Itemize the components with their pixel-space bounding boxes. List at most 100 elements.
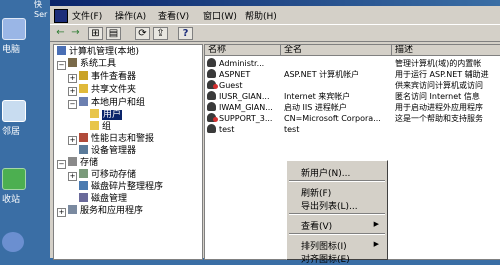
expand-toggle[interactable]: + <box>68 172 77 181</box>
tree-item-performance-logs[interactable]: 性能日志和警报 <box>79 133 154 145</box>
tree-label: 设备管理器 <box>91 146 137 156</box>
menu-refresh[interactable]: 刷新(F) <box>301 186 331 199</box>
refresh-icon[interactable]: ⟳ <box>135 27 150 40</box>
user-icon <box>207 102 216 111</box>
table-row[interactable]: Administr... 管理计算机(域)的内置帐 <box>205 58 500 69</box>
forward-icon[interactable]: → <box>69 27 82 39</box>
network-icon <box>2 100 26 122</box>
performance-icon <box>79 133 88 142</box>
ie-desktop-icon[interactable] <box>2 232 50 254</box>
tools-icon <box>68 58 77 67</box>
shared-folder-icon <box>79 84 88 93</box>
expand-toggle[interactable]: + <box>68 87 77 96</box>
column-header-description[interactable]: 描述 <box>392 45 500 56</box>
tree-item-removable-storage[interactable]: 可移动存储 <box>79 169 136 181</box>
collapse-toggle[interactable]: − <box>57 160 66 169</box>
collapse-toggle[interactable]: − <box>57 61 66 70</box>
collapse-toggle[interactable]: − <box>68 100 77 109</box>
tree-item-storage[interactable]: 存储 <box>68 157 98 169</box>
user-description: 管理计算机(域)的内置帐 <box>395 59 482 68</box>
column-header-fullname[interactable]: 全名 <box>281 45 392 56</box>
users-groups-icon <box>79 97 88 106</box>
toolbar: ← → ⊞ ▤ ⟳ ⇪ ? <box>50 25 500 42</box>
help-icon[interactable]: ? <box>178 27 193 40</box>
computer-icon <box>57 46 66 55</box>
device-manager-icon <box>79 145 88 154</box>
tree-root[interactable]: 计算机管理(本地) <box>57 46 139 58</box>
menu-separator <box>289 213 385 215</box>
user-description: 供来宾访问计算机或访问 <box>395 81 483 90</box>
tree-label: 磁盘管理 <box>91 194 128 204</box>
disabled-badge-icon <box>213 117 218 122</box>
up-level-icon[interactable]: ⊞ <box>88 27 103 40</box>
user-icon <box>207 124 216 133</box>
menu-separator <box>289 233 385 235</box>
table-row[interactable]: test test <box>205 124 500 135</box>
expand-toggle[interactable]: + <box>57 208 66 217</box>
computer-icon <box>2 18 26 40</box>
user-description: 这是一个帮助和支持服务 <box>395 114 483 123</box>
table-row[interactable]: IWAM_GIAN... 启动 IIS 进程帐户 用于启动进程外应用程序 <box>205 102 500 113</box>
table-row[interactable]: ASPNET ASP.NET 计算机帐户 用于运行 ASP.NET 辅助进 <box>205 69 500 80</box>
tree-item-disk-management[interactable]: 磁盘管理 <box>79 193 127 205</box>
tree-label: 组 <box>102 122 112 132</box>
desktop-icon-label: 收站 <box>2 195 21 205</box>
user-name: test <box>219 125 235 134</box>
table-row[interactable]: Guest 供来宾访问计算机或访问 <box>205 80 500 91</box>
expand-toggle[interactable]: + <box>68 74 77 83</box>
menu-export-list[interactable]: 导出列表(L)... <box>301 199 358 212</box>
defrag-icon <box>79 181 88 190</box>
menu-arrange-icons[interactable]: 排列图标(I) <box>301 239 347 252</box>
menu-view-submenu[interactable]: 查看(V) <box>301 219 332 232</box>
tree-item-users[interactable]: 用户 <box>90 109 123 121</box>
menu-view[interactable]: 查看(V) <box>158 9 189 22</box>
user-name: ASPNET <box>219 70 251 79</box>
menu-line-up-icons[interactable]: 对齐图标(E) <box>301 252 350 265</box>
submenu-arrow-icon: ▶ <box>373 220 379 228</box>
table-row[interactable]: SUPPORT_3... CN=Microsoft Corpora... 这是一… <box>205 113 500 124</box>
menu-new-user[interactable]: 新用户(N)... <box>301 166 350 179</box>
tree-item-shared-folders[interactable]: 共享文件夹 <box>79 84 136 96</box>
user-name: SUPPORT_3... <box>219 114 273 123</box>
tree-item-device-manager[interactable]: 设备管理器 <box>79 145 136 157</box>
tree-item-local-users-groups[interactable]: 本地用户和组 <box>79 97 145 109</box>
export-list-icon[interactable]: ⇪ <box>153 27 168 40</box>
window-icon[interactable] <box>54 9 68 23</box>
tree-label: 服务和应用程序 <box>80 206 144 216</box>
tree-item-system-tools[interactable]: 系统工具 <box>68 58 116 70</box>
network-desktop-icon[interactable]: 邻居 <box>2 100 50 137</box>
desktop-icon-label: 电脑 <box>2 45 21 55</box>
desktop: 电脑 邻居 收站 快 Ser <box>0 0 52 258</box>
tree-label: 存储 <box>80 158 99 168</box>
tree-label: 本地用户和组 <box>91 98 146 108</box>
removable-storage-icon <box>79 169 88 178</box>
show-hide-tree-icon[interactable]: ▤ <box>106 27 121 40</box>
user-fullname: CN=Microsoft Corpora... <box>284 114 381 123</box>
tree-item-services-apps[interactable]: 服务和应用程序 <box>68 205 143 217</box>
expand-toggle[interactable]: + <box>68 136 77 145</box>
folder-icon <box>90 121 99 130</box>
tree-label: 共享文件夹 <box>91 85 137 95</box>
table-row[interactable]: IUSR_GIAN... Internet 来宾帐户 匿名访问 Internet… <box>205 91 500 102</box>
tree-item-event-viewer[interactable]: 事件查看器 <box>79 71 136 83</box>
folder-icon <box>90 109 99 118</box>
menu-action[interactable]: 操作(A) <box>115 9 146 22</box>
menu-window[interactable]: 窗口(W) <box>203 9 237 22</box>
disabled-badge-icon <box>213 84 218 89</box>
user-name: Administr... <box>219 59 265 68</box>
tree-item-groups[interactable]: 组 <box>90 121 111 133</box>
menu-separator <box>289 180 385 182</box>
user-description: 匿名访问 Internet 信息 <box>395 92 480 101</box>
user-icon <box>207 58 216 67</box>
event-viewer-icon <box>79 71 88 80</box>
back-icon[interactable]: ← <box>54 27 67 39</box>
tree-label: 事件查看器 <box>91 72 137 82</box>
user-fullname: ASP.NET 计算机帐户 <box>284 70 360 79</box>
menu-help[interactable]: 帮助(H) <box>245 9 277 22</box>
recycle-bin-desktop-icon[interactable]: 收站 <box>2 168 50 205</box>
tree-item-defrag[interactable]: 磁盘碎片整理程序 <box>79 181 163 193</box>
recycle-bin-icon <box>2 168 26 190</box>
column-header-name[interactable]: 名称 <box>205 45 281 56</box>
user-fullname: Internet 来宾帐户 <box>284 92 351 101</box>
menu-file[interactable]: 文件(F) <box>72 9 102 22</box>
